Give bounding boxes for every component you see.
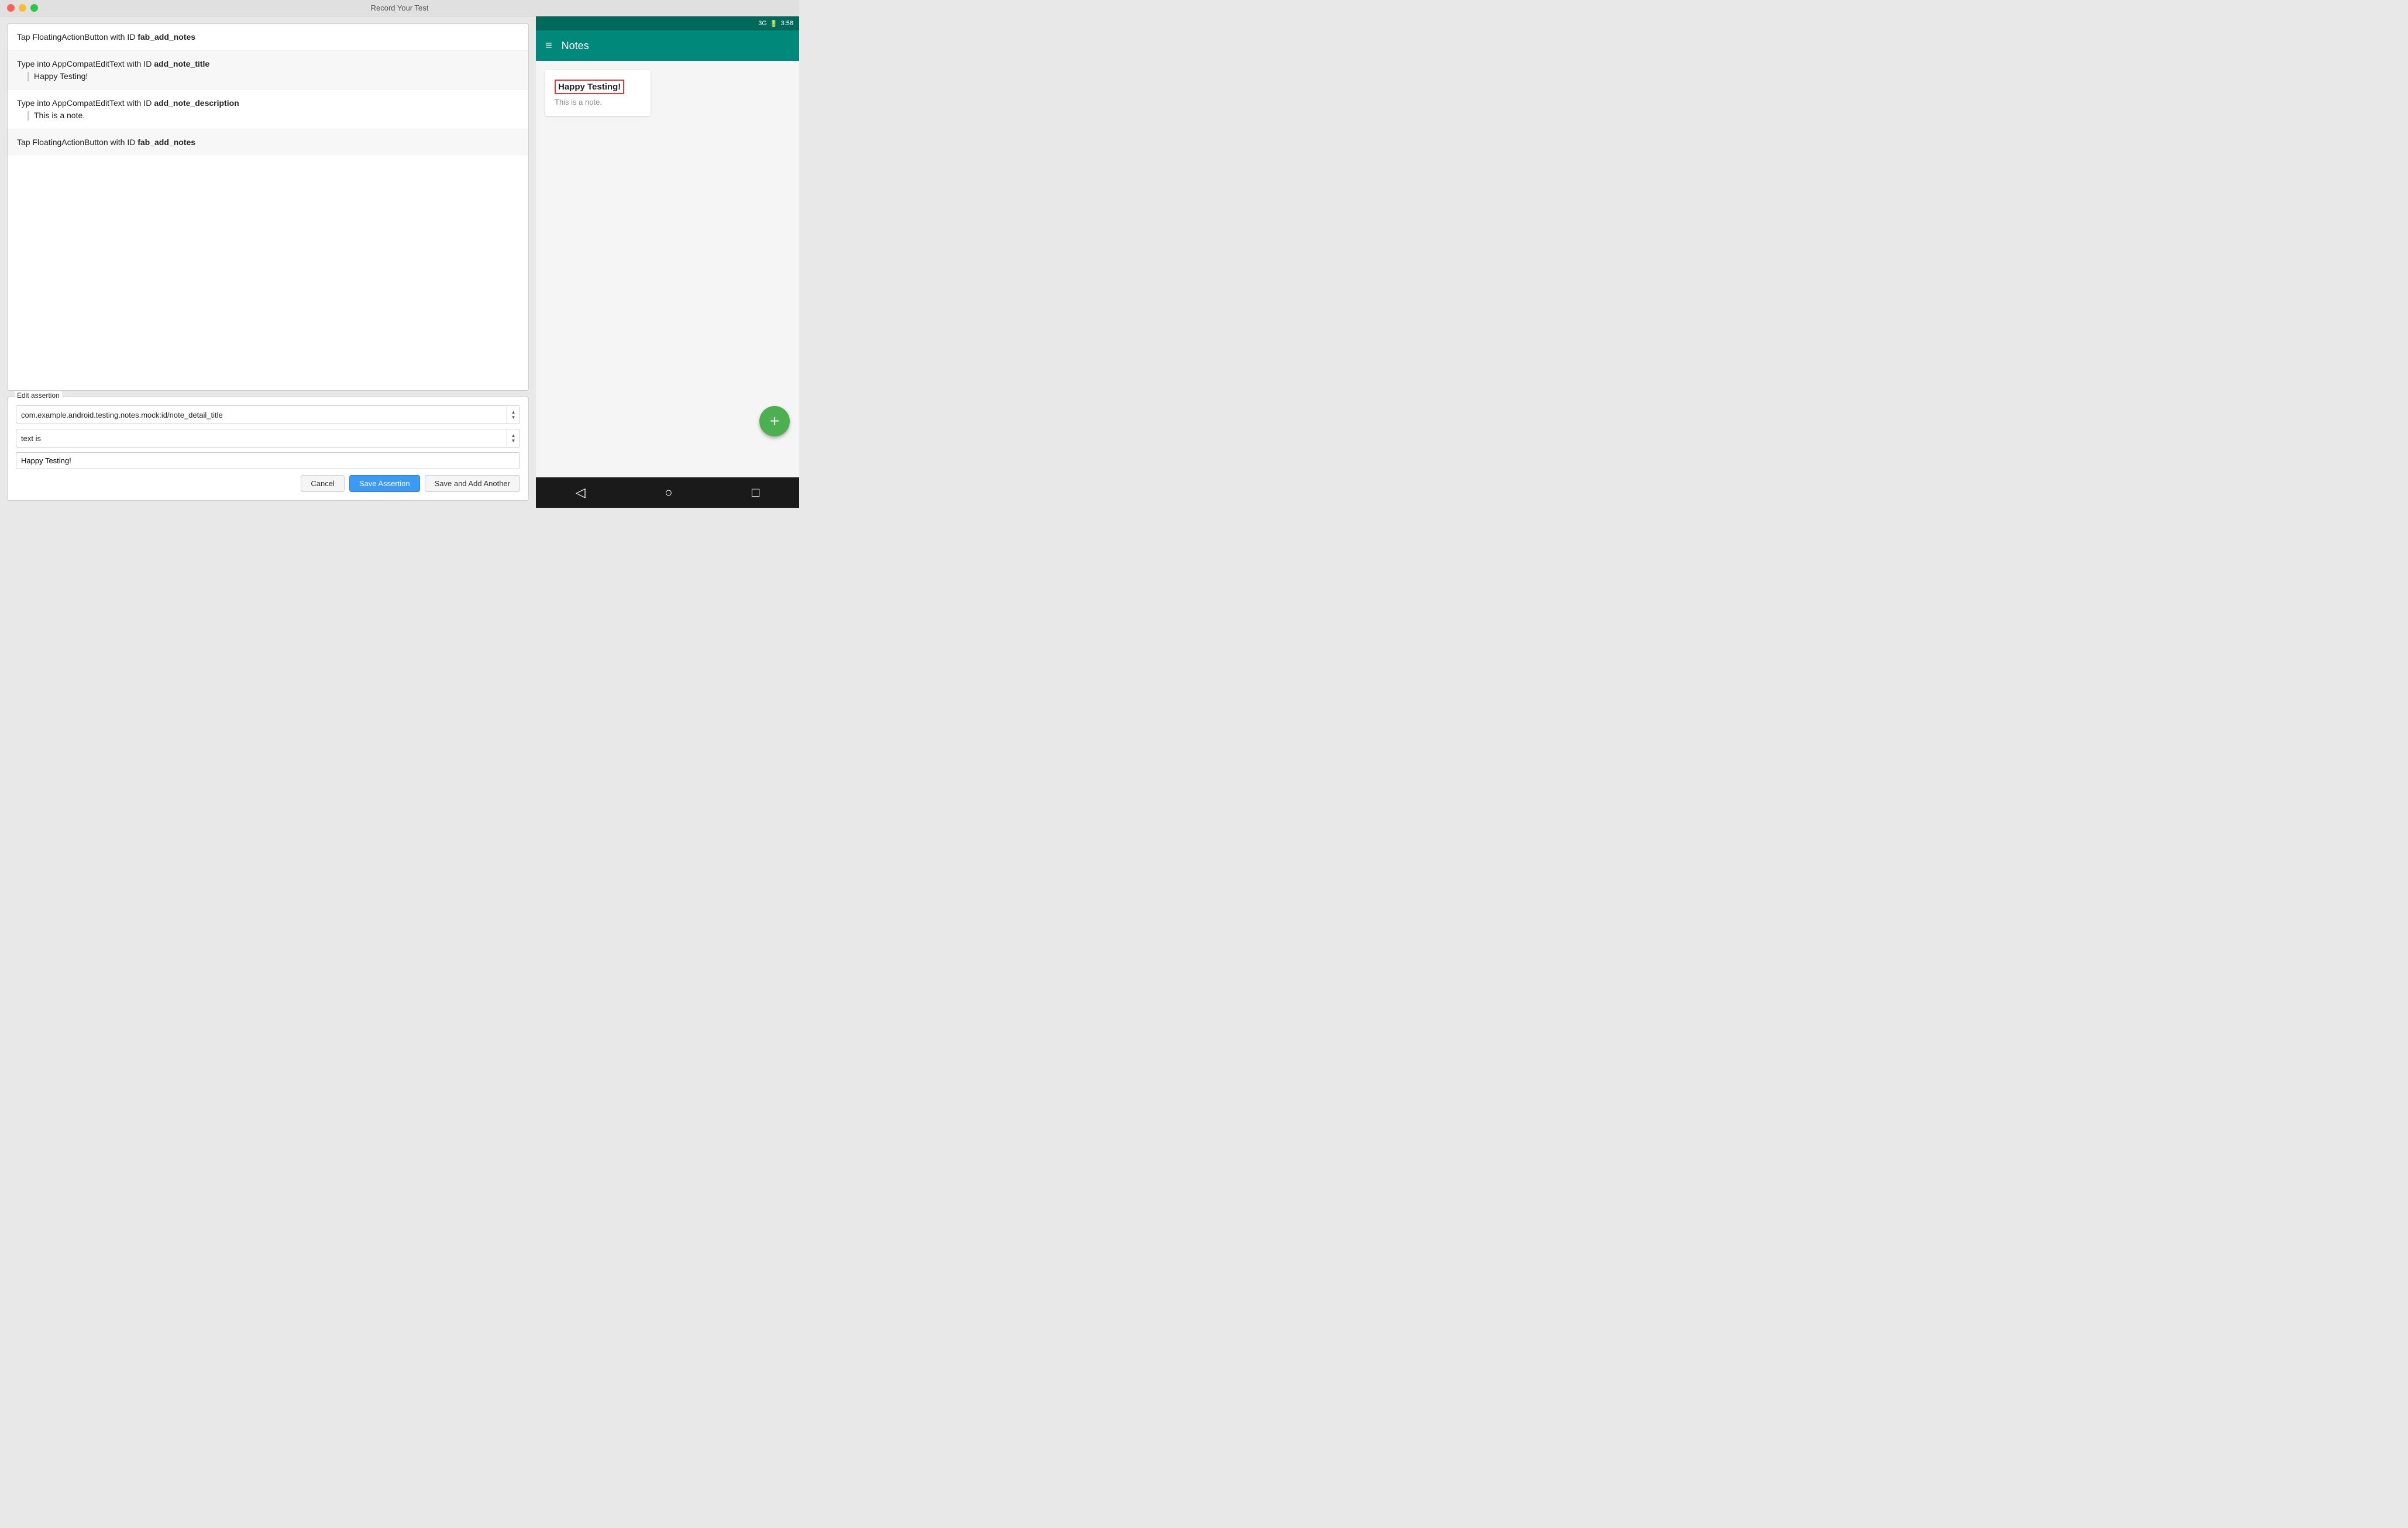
save-add-another-button[interactable]: Save and Add Another [425, 475, 520, 492]
home-nav-icon[interactable]: ○ [665, 485, 672, 500]
assertion-field-1[interactable]: ▲ ▼ [16, 405, 520, 424]
recent-nav-icon[interactable]: □ [752, 485, 759, 500]
step-id-3: add_note_description [154, 98, 239, 108]
assertion-condition-input[interactable] [16, 431, 507, 446]
main-layout: Tap FloatingActionButton with ID fab_add… [0, 16, 799, 508]
assertion-field-1-spinner[interactable]: ▲ ▼ [507, 406, 520, 424]
phone-screen: 3G 🔋 3:58 ≡ Notes Happy Testing! This is… [536, 16, 799, 508]
edit-assertion-panel: Edit assertion ▲ ▼ ▲ ▼ Cancel Save Asser… [7, 397, 529, 501]
back-nav-icon[interactable]: ◁ [576, 485, 586, 500]
cancel-button[interactable]: Cancel [301, 475, 344, 492]
note-title: Happy Testing! [555, 80, 624, 94]
note-body: This is a note. [555, 98, 641, 106]
hamburger-menu-icon[interactable]: ≡ [545, 39, 552, 53]
app-toolbar: ≡ Notes [536, 30, 799, 61]
step-sub-3: This is a note. [17, 109, 519, 122]
assertion-buttons: Cancel Save Assertion Save and Add Anoth… [16, 475, 520, 492]
minimize-button[interactable] [19, 4, 26, 12]
step-text-4: Tap FloatingActionButton with ID fab_add… [17, 137, 195, 147]
step-text-3: Type into AppCompatEditText with ID add_… [17, 98, 239, 108]
edit-assertion-legend: Edit assertion [15, 391, 62, 400]
assertion-element-input[interactable] [16, 407, 507, 423]
spinner-up-icon[interactable]: ▲ [511, 410, 516, 415]
right-panel: 3G 🔋 3:58 ≡ Notes Happy Testing! This is… [536, 16, 799, 508]
maximize-button[interactable] [30, 4, 38, 12]
time-display: 3:58 [781, 20, 793, 27]
spinner-down-icon[interactable]: ▼ [511, 415, 516, 420]
step-id-4: fab_add_notes [137, 137, 195, 147]
step-sub-text-3: This is a note. [34, 109, 85, 122]
step-row-3: Type into AppCompatEditText with ID add_… [8, 90, 528, 129]
step-text-2: Type into AppCompatEditText with ID add_… [17, 59, 209, 68]
spinner-down-icon-2[interactable]: ▼ [511, 439, 516, 443]
status-icons: 3G 🔋 3:58 [758, 20, 793, 27]
fab-button[interactable]: + [759, 406, 790, 436]
notes-content: Happy Testing! This is a note. + [536, 61, 799, 477]
note-card[interactable]: Happy Testing! This is a note. [545, 70, 651, 116]
step-row-1: Tap FloatingActionButton with ID fab_add… [8, 24, 528, 51]
step-text-1: Tap FloatingActionButton with ID fab_add… [17, 32, 195, 42]
window-controls [7, 4, 38, 12]
save-assertion-button[interactable]: Save Assertion [349, 475, 420, 492]
titlebar: Record Your Test [0, 0, 799, 16]
navigation-bar: ◁ ○ □ [536, 477, 799, 508]
app-title: Notes [562, 40, 589, 52]
step-row-4: Tap FloatingActionButton with ID fab_add… [8, 129, 528, 156]
step-id-2: add_note_title [154, 59, 209, 68]
status-bar: 3G 🔋 3:58 [536, 16, 799, 30]
assertion-value-input[interactable] [16, 452, 520, 469]
close-button[interactable] [7, 4, 15, 12]
step-sub-text-2: Happy Testing! [34, 70, 88, 82]
step-row-2: Type into AppCompatEditText with ID add_… [8, 51, 528, 90]
spinner-up-icon-2[interactable]: ▲ [511, 433, 516, 438]
step-sub-2: Happy Testing! [17, 70, 519, 82]
step-id-1: fab_add_notes [137, 32, 195, 42]
assertion-field-2[interactable]: ▲ ▼ [16, 429, 520, 448]
window-title: Record Your Test [371, 4, 429, 12]
left-panel: Tap FloatingActionButton with ID fab_add… [0, 16, 536, 508]
signal-indicator: 3G [758, 20, 767, 27]
assertion-field-2-spinner[interactable]: ▲ ▼ [507, 429, 520, 447]
battery-icon: 🔋 [770, 20, 778, 27]
steps-list: Tap FloatingActionButton with ID fab_add… [7, 23, 529, 391]
